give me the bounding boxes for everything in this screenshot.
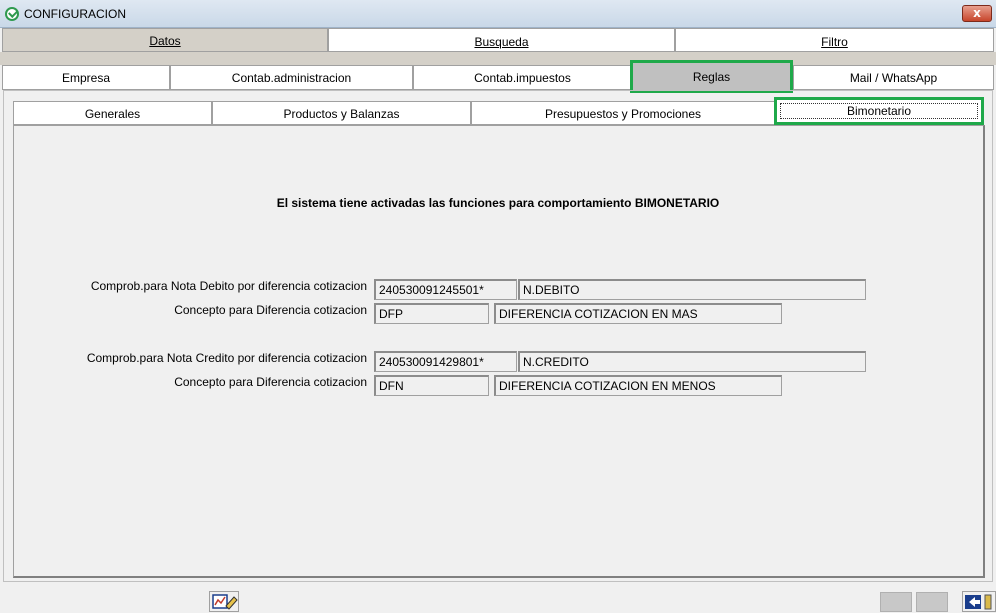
tab-contab-impuestos[interactable]: Contab.impuestos	[413, 65, 632, 90]
comprob-debito-code-field[interactable]: 240530091245501*	[374, 279, 517, 300]
tab-bimonetario[interactable]: Bimonetario	[774, 97, 984, 125]
comprob-credito-name-field: N.CREDITO	[518, 351, 866, 372]
tab-label: Generales	[84, 107, 141, 121]
concepto-debito-code-field[interactable]: DFP	[374, 303, 489, 324]
bimonetario-heading: El sistema tiene activadas las funciones…	[276, 196, 720, 210]
status-bar	[0, 590, 996, 613]
concepto-credito-name-field: DIFERENCIA COTIZACION EN MENOS	[494, 375, 782, 396]
tab-presupuestos-promociones[interactable]: Presupuestos y Promociones	[471, 101, 775, 125]
tab-label: Empresa	[61, 71, 111, 85]
tab-label: Mail / WhatsApp	[849, 71, 938, 85]
tab-strip	[0, 52, 996, 65]
concepto-debito-label: Concepto para Diferencia cotizacion	[174, 303, 367, 317]
status-panel	[880, 592, 912, 612]
tab-mail-whatsapp[interactable]: Mail / WhatsApp	[793, 65, 994, 90]
tab-datos[interactable]: Datos	[2, 28, 328, 52]
tab-label: Busqueda	[474, 35, 529, 49]
app-logo-icon	[5, 7, 19, 21]
concepto-credito-code-field[interactable]: DFN	[374, 375, 489, 396]
close-button[interactable]: x	[962, 5, 992, 22]
concepto-credito-label: Concepto para Diferencia cotizacion	[174, 375, 367, 389]
tab-filtro[interactable]: Filtro	[675, 28, 994, 52]
tab-label: Contab.administracion	[231, 71, 352, 85]
tab-busqueda[interactable]: Busqueda	[328, 28, 675, 52]
title-bar: CONFIGURACION x	[0, 0, 996, 28]
tab-reglas[interactable]: Reglas	[630, 60, 793, 93]
comprob-credito-code-field[interactable]: 240530091429801*	[374, 351, 517, 372]
tab-productos-balanzas[interactable]: Productos y Balanzas	[212, 101, 471, 125]
tab-label: Contab.impuestos	[474, 71, 571, 85]
tab-label: Reglas	[692, 70, 731, 84]
tab-label: Productos y Balanzas	[283, 107, 400, 121]
tab-generales[interactable]: Generales	[13, 101, 212, 125]
tab-label: Datos	[149, 34, 181, 48]
tab-contab-administracion[interactable]: Contab.administracion	[170, 65, 413, 90]
tab-label: Presupuestos y Promociones	[544, 107, 702, 121]
tab-empresa[interactable]: Empresa	[2, 65, 170, 90]
exit-door-icon[interactable]	[962, 591, 996, 612]
concepto-debito-name-field: DIFERENCIA COTIZACION EN MAS	[494, 303, 782, 324]
comprob-debito-label: Comprob.para Nota Debito por diferencia …	[90, 279, 367, 293]
status-panel	[916, 592, 948, 612]
comprob-debito-name-field: N.DEBITO	[518, 279, 866, 300]
tab-label: Bimonetario	[780, 103, 978, 119]
comprob-credito-label: Comprob.para Nota Credito por diferencia…	[86, 351, 367, 365]
report-edit-icon[interactable]	[209, 591, 239, 612]
tab-label: Filtro	[821, 35, 848, 49]
window-title: CONFIGURACION	[24, 7, 126, 21]
